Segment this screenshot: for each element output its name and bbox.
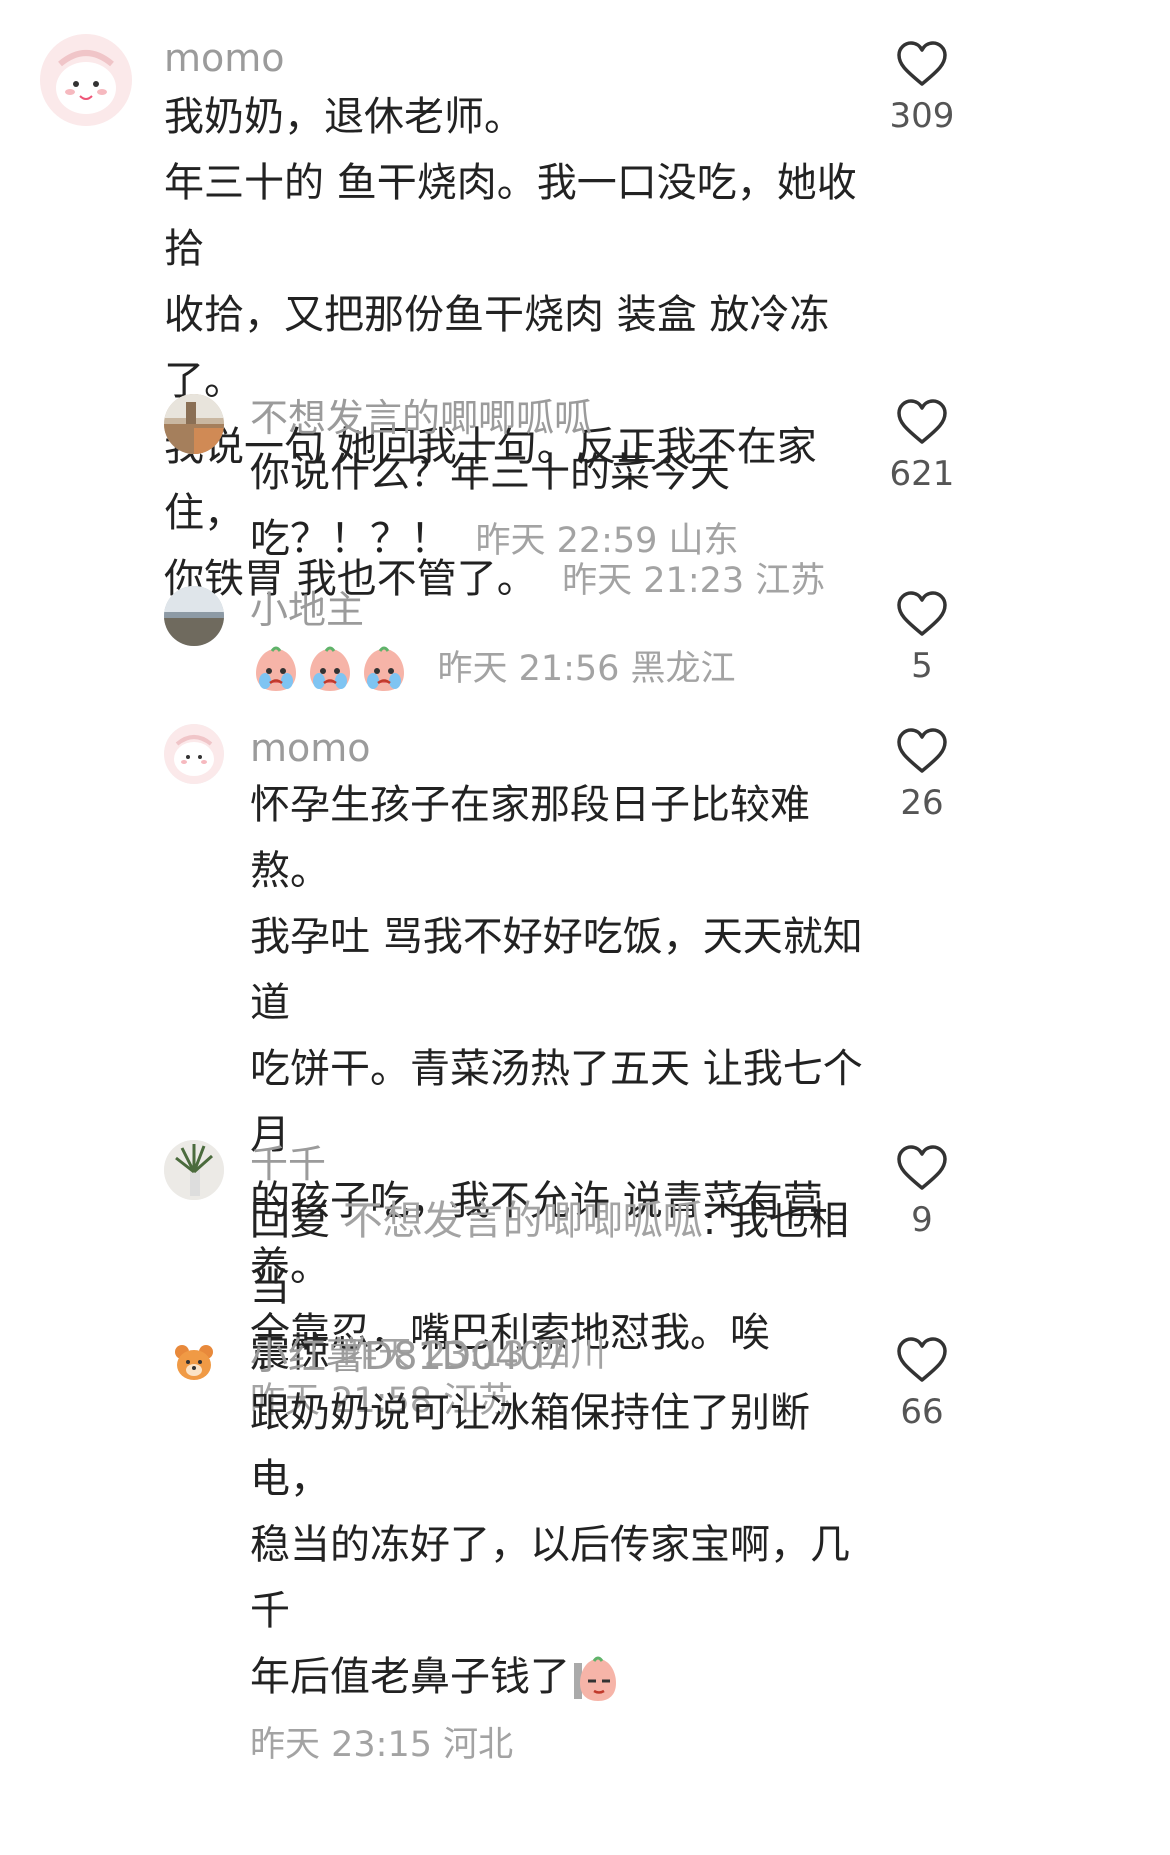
comment-text: 你说什么？年三十的菜今天 吃？！？！ 昨天 22:59 山东 (250, 440, 870, 574)
comment-line: 昨天 21:56 黑龙江 (250, 634, 870, 702)
heart-outline-icon (897, 1337, 947, 1382)
comment-line: 年三十的 鱼干烧肉。我一口没吃，她收拾 (164, 160, 857, 272)
like-count: 26 (900, 783, 944, 823)
like-count: 9 (911, 1200, 933, 1240)
reply-target-user[interactable]: 不想发言的唧唧呱呱 (343, 1198, 703, 1244)
like-count: 66 (900, 1392, 944, 1432)
comment-line: 你说什么？年三十的菜今天 (250, 450, 730, 496)
comment-line: 吃？！？！ 昨天 22:59 山东 (250, 516, 739, 562)
comment-meta: 昨天 23:15 河北 (250, 1725, 514, 1765)
crying-peach-emoji (358, 643, 410, 695)
comment-line: 我奶奶，退休老师。 (164, 94, 524, 140)
comment-line: 回复 不想发言的唧唧呱呱: 我也相当 (250, 1198, 849, 1310)
avatar[interactable] (40, 34, 132, 126)
comment-line: 我孕吐 骂我不好好吃饭，天天就知道 (250, 914, 863, 1026)
username[interactable]: 不想发言的唧唧呱呱 (250, 394, 592, 442)
smirk-peach-emoji (570, 1653, 622, 1705)
comment-line: 吃饼干。青菜汤热了五天 让我七个月 (250, 1046, 863, 1158)
avatar[interactable] (164, 586, 224, 646)
like-button[interactable]: 9 (862, 1144, 982, 1240)
comment-line: 稳当的冻好了，以后传家宝啊，几千 (250, 1522, 850, 1634)
comment-text: 昨天 21:56 黑龙江 (250, 634, 870, 702)
comment-line: 跟奶奶说可让冰箱保持住了别断电， (250, 1390, 810, 1502)
crying-peach-emoji (304, 643, 356, 695)
comment-line: 年后值老鼻子钱了 昨天 23:15 河北 (250, 1644, 870, 1778)
like-button[interactable]: 621 (862, 398, 982, 494)
like-button[interactable]: 5 (862, 590, 982, 686)
like-button[interactable]: 309 (862, 40, 982, 136)
like-count: 309 (889, 96, 955, 136)
avatar[interactable] (164, 1140, 224, 1200)
username[interactable]: 小地主 (250, 586, 364, 634)
like-count: 5 (911, 646, 933, 686)
reply-label: 回复 (250, 1198, 330, 1244)
avatar[interactable] (164, 724, 224, 784)
comment-meta: 昨天 22:59 山东 (475, 521, 739, 561)
heart-outline-icon (897, 591, 947, 636)
heart-outline-icon (897, 728, 947, 773)
like-button[interactable]: 26 (862, 727, 982, 823)
heart-outline-icon (897, 399, 947, 444)
like-count: 621 (889, 454, 955, 494)
comment-meta: 昨天 21:56 黑龙江 (437, 649, 736, 689)
username[interactable]: momo (164, 34, 285, 82)
crying-peach-emoji (250, 643, 302, 695)
avatar[interactable] (164, 394, 224, 454)
avatar[interactable] (164, 1332, 224, 1392)
comment-line: 怀孕生孩子在家那段日子比较难熬。 (250, 782, 810, 894)
like-button[interactable]: 66 (862, 1336, 982, 1432)
comment-text: 跟奶奶说可让冰箱保持住了别断电， 稳当的冻好了，以后传家宝啊，几千 年后值老鼻子… (250, 1380, 870, 1778)
username[interactable]: momo (250, 724, 371, 772)
username[interactable]: 小红薯D81D0407 (250, 1332, 568, 1380)
heart-outline-icon (897, 1145, 947, 1190)
heart-outline-icon (897, 41, 947, 86)
username[interactable]: 千千 (250, 1140, 326, 1188)
